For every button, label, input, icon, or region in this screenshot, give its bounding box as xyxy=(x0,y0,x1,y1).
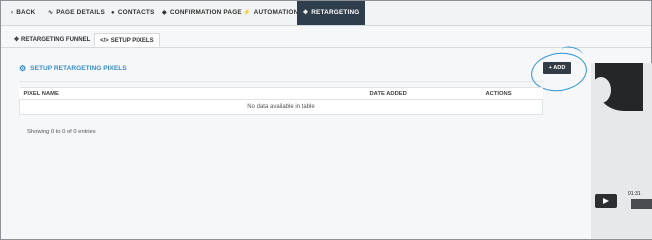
column-header-date-added[interactable]: DATE ADDED xyxy=(365,87,482,100)
tab-automation[interactable]: ⚡ AUTOMATION xyxy=(243,1,298,25)
tab-contacts[interactable]: ● CONTACTS xyxy=(111,1,154,25)
sub-tabs: ✥ RETARGETING FUNNEL </> SETUP PIXELS xyxy=(1,33,651,48)
user-icon: ● xyxy=(111,10,115,16)
pixels-table: PIXEL NAME DATE ADDED ACTIONS No data av… xyxy=(19,87,543,115)
app-frame: ‹ BACK ∿ PAGE DETAILS ● CONTACTS ◆ CONFIRMAT… xyxy=(0,0,652,240)
back-chevron-icon: ‹ xyxy=(11,10,14,16)
top-nav: ‹ BACK ∿ PAGE DETAILS ● CONTACTS ◆ CONFIRMAT… xyxy=(1,1,651,26)
table-header-row: PIXEL NAME DATE ADDED ACTIONS xyxy=(19,87,543,100)
play-button[interactable] xyxy=(595,194,617,208)
tab-back[interactable]: ‹ BACK xyxy=(11,1,35,25)
section-divider xyxy=(19,81,543,82)
video-panel[interactable]: 01:31 xyxy=(591,63,652,239)
tab-confirmation-page[interactable]: ◆ CONFIRMATION PAGE xyxy=(162,1,242,25)
tab-page-details[interactable]: ∿ PAGE DETAILS xyxy=(48,1,105,25)
tab-retargeting[interactable]: ✥ RETARGETING xyxy=(297,1,366,25)
subtab-setup-pixels[interactable]: </> SETUP PIXELS xyxy=(94,33,160,47)
column-header-pixel-name[interactable]: PIXEL NAME xyxy=(19,87,366,100)
section-title: ⚙ SETUP RETARGETING PIXELS xyxy=(19,64,127,73)
empty-table-message: No data available in table xyxy=(19,99,543,115)
circle-icon: ◆ xyxy=(162,10,167,16)
cogs-icon: ⚙ xyxy=(19,64,27,73)
bolt-icon: ⚡ xyxy=(243,10,251,16)
column-header-actions: ACTIONS xyxy=(481,87,543,100)
table-row: No data available in table xyxy=(19,99,543,115)
chart-line-icon: ∿ xyxy=(48,10,54,16)
video-time: 01:31 xyxy=(628,191,641,197)
crosshair-icon: ✥ xyxy=(303,10,309,16)
video-thumbnail-shape-cutout xyxy=(591,77,611,103)
play-icon xyxy=(603,197,609,204)
crosshair-icon: ✥ xyxy=(14,37,20,43)
subtab-retargeting-funnel[interactable]: ✥ RETARGETING FUNNEL xyxy=(9,33,95,47)
code-icon: </> xyxy=(100,38,109,44)
entries-info: Showing 0 to 0 of 0 entries xyxy=(27,129,96,135)
video-scrub-bar[interactable] xyxy=(631,199,652,209)
